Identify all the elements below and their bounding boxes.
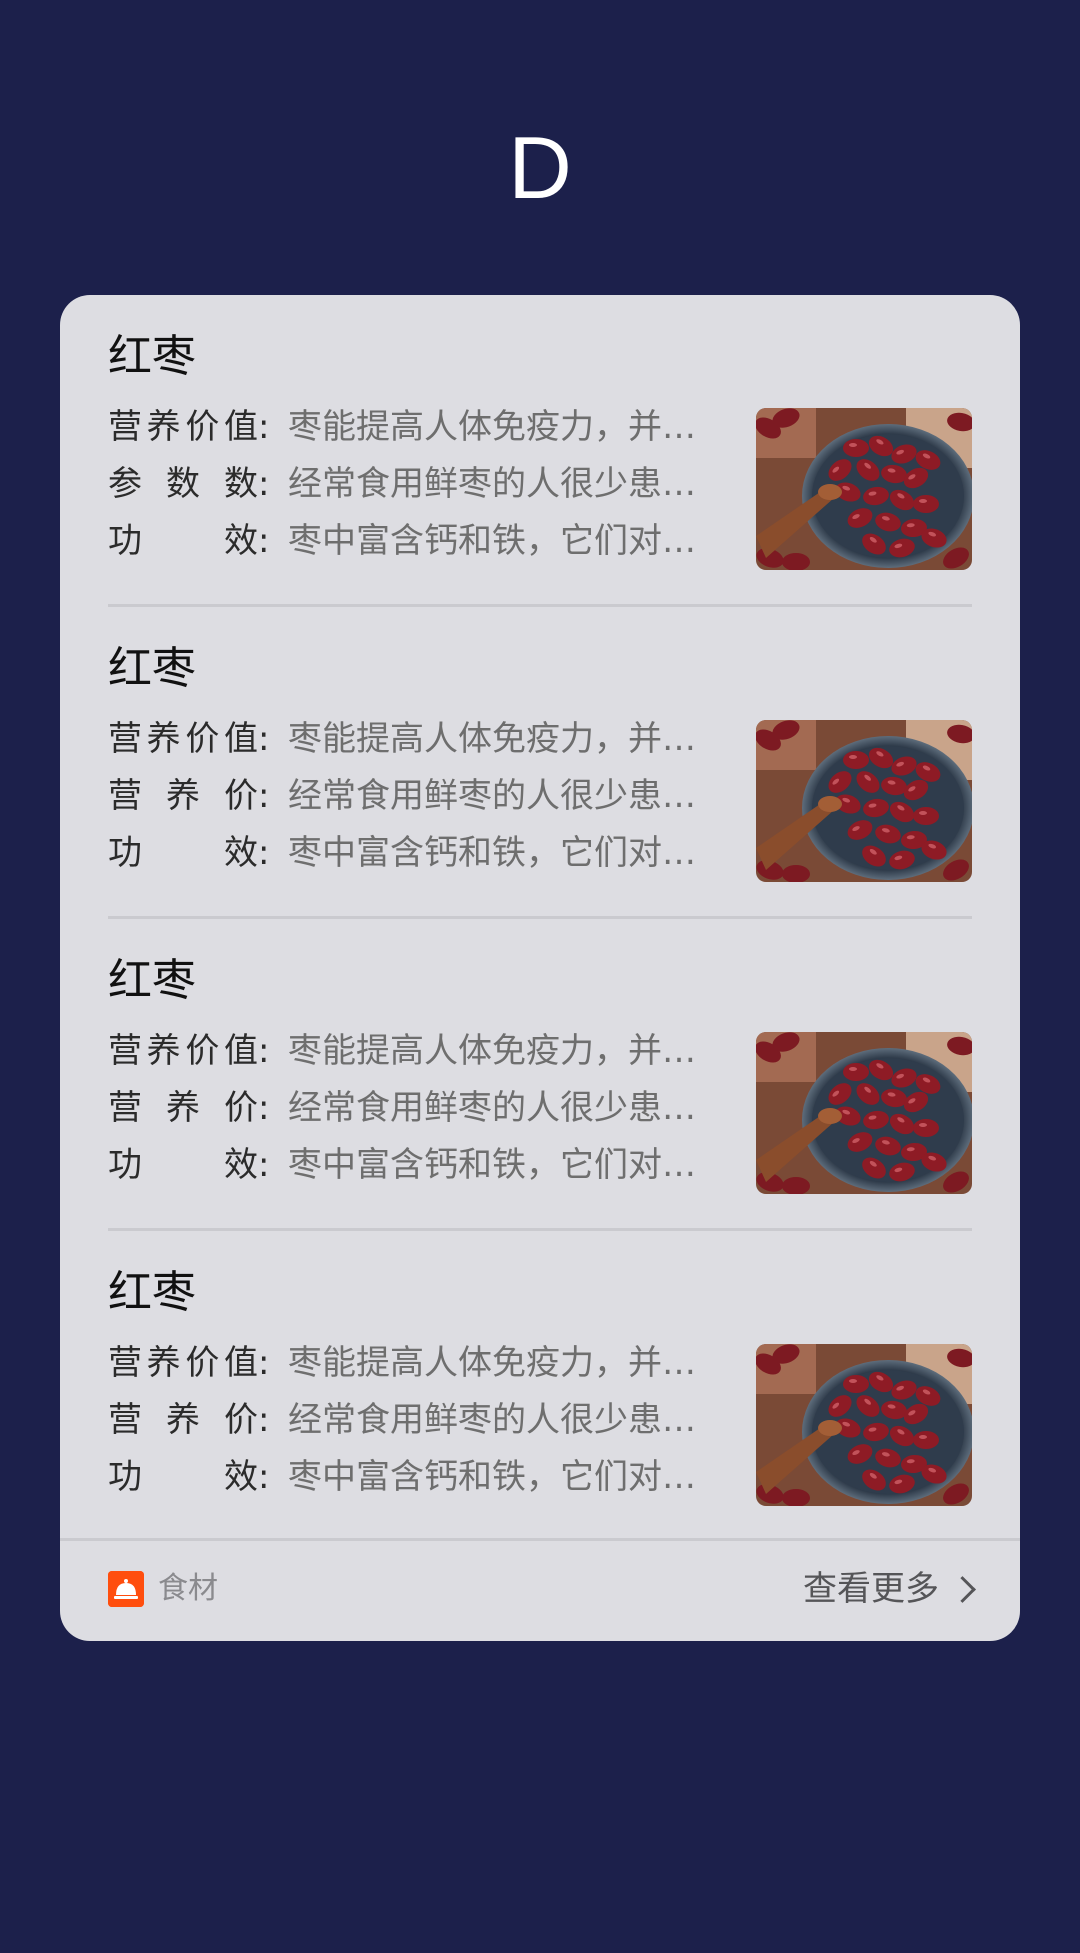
list-item[interactable]: 红枣 营养价值: 枣能提高人体免疫力，并可抑制癌细胞 营养价: 经常食用鲜枣的人… — [108, 919, 972, 1231]
row-value: 枣能提高人体免疫力，并可抑制癌细胞 — [288, 719, 718, 759]
red-dates-image — [756, 1032, 972, 1194]
list-item[interactable]: 红枣 营养价值: 枣能提高人体免疫力，并可抑制癌细胞 营养价: 经常食用鲜枣的人… — [108, 1231, 972, 1543]
food-cloche-icon — [108, 1571, 144, 1607]
row-value: 枣能提高人体免疫力，并可抑制癌细胞 — [288, 1031, 718, 1071]
info-row: 营养价: 经常食用鲜枣的人很少患胆结石 — [108, 776, 718, 816]
list-item[interactable]: 红枣 营养价值: 枣能提高人体免疫力，并可抑制癌细胞 营养价: 经常食用鲜枣的人… — [108, 607, 972, 919]
item-title: 红枣 — [108, 643, 196, 694]
info-row: 功效: 枣中富含钙和铁，它们对防治骨质疏松 — [108, 1455, 728, 1499]
row-value: 经常食用鲜枣的人很少患胆结石 — [288, 1400, 718, 1440]
info-row: 功效: 枣中富含钙和铁，它们对防治骨质疏松 — [108, 831, 728, 875]
row-value: 枣中富含钙和铁，它们对防治骨质疏松 — [288, 521, 718, 561]
red-dates-image — [756, 1344, 972, 1506]
row-label: 功效 — [108, 1457, 258, 1497]
header-letter: D — [508, 118, 572, 217]
item-title: 红枣 — [108, 1267, 196, 1318]
row-label: 营养价值 — [108, 1031, 258, 1071]
info-row: 营养价值: 枣能提高人体免疫力，并可抑制癌细胞 — [108, 717, 728, 761]
footer-divider — [60, 1538, 1020, 1541]
row-value: 经常食用鲜枣的人很少患胆结石 — [288, 464, 718, 504]
footer-category-label: 食材 — [158, 1571, 218, 1606]
row-value: 经常食用鲜枣的人很少患胆结石 — [288, 1088, 718, 1128]
row-label: 功效 — [108, 833, 258, 873]
row-label: 营养价 — [108, 1088, 258, 1128]
row-value: 枣中富含钙和铁，它们对防治骨质疏松 — [288, 1457, 718, 1497]
info-row: 营养价值: 枣能提高人体免疫力，并可抑制癌细胞 — [108, 405, 728, 449]
info-row: 营养价值: 枣能提高人体免疫力，并可抑制癌细胞 — [108, 1029, 728, 1073]
row-label: 营养价值 — [108, 407, 258, 447]
info-row: 营养价值: 枣能提高人体免疫力，并可抑制癌细胞 — [108, 1341, 728, 1385]
row-value: 经常食用鲜枣的人很少患胆结石 — [288, 776, 718, 816]
row-value: 枣能提高人体免疫力，并可抑制癌细胞 — [288, 407, 718, 447]
red-dates-image — [756, 408, 972, 570]
row-value: 枣中富含钙和铁，它们对防治骨质疏松 — [288, 1145, 718, 1185]
chevron-right-icon — [949, 1575, 976, 1603]
view-more-label: 查看更多 — [803, 1569, 939, 1609]
item-title: 红枣 — [108, 331, 196, 382]
food-card: 红枣 营养价值: 枣能提高人体免疫力，并可抑制癌细胞 参数数: 经常食用鲜枣的人… — [60, 295, 1020, 1641]
row-label: 功效 — [108, 521, 258, 561]
info-row: 营养价: 经常食用鲜枣的人很少患胆结石 — [108, 1400, 718, 1440]
info-row: 功效: 枣中富含钙和铁，它们对防治骨质疏松 — [108, 1143, 728, 1187]
view-more-link[interactable]: 查看更多 — [803, 1563, 976, 1615]
row-value: 枣中富含钙和铁，它们对防治骨质疏松 — [288, 833, 718, 873]
item-title: 红枣 — [108, 955, 196, 1006]
row-label: 营养价 — [108, 776, 258, 816]
row-label: 功效 — [108, 1145, 258, 1185]
info-row: 营养价: 经常食用鲜枣的人很少患胆结石 — [108, 1088, 718, 1128]
row-value: 枣能提高人体免疫力，并可抑制癌细胞 — [288, 1343, 718, 1383]
info-row: 功效: 枣中富含钙和铁，它们对防治骨质疏松 — [108, 519, 728, 563]
row-label: 营养价 — [108, 1400, 258, 1440]
info-row: 参数数: 经常食用鲜枣的人很少患胆结石 — [108, 464, 718, 504]
row-label: 营养价值 — [108, 719, 258, 759]
row-label: 参数数 — [108, 464, 258, 504]
row-label: 营养价值 — [108, 1343, 258, 1383]
red-dates-image — [756, 720, 972, 882]
list-item[interactable]: 红枣 营养价值: 枣能提高人体免疫力，并可抑制癌细胞 参数数: 经常食用鲜枣的人… — [108, 295, 972, 607]
